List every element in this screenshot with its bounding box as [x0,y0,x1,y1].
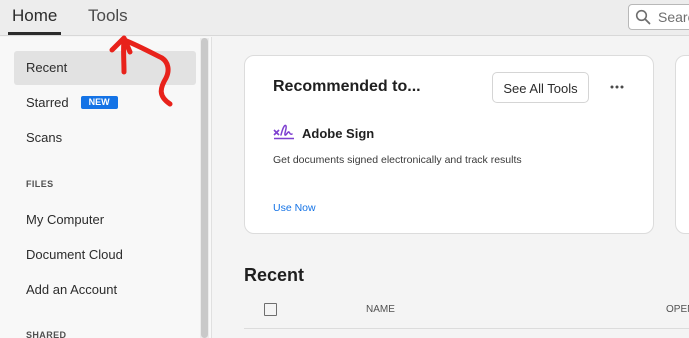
sidebar-item-label: Document Cloud [26,247,123,262]
sidebar-scrollbar-thumb[interactable] [201,38,208,338]
search-placeholder: Search [658,9,689,25]
sidebar-item-starred[interactable]: Starred NEW [14,86,196,120]
sidebar-item-scans[interactable]: Scans [14,121,196,155]
shared-heading: SHARED [26,330,67,338]
sidebar-item-add-account[interactable]: Add an Account [14,273,196,307]
column-header-opened[interactable]: OPENED [666,304,689,315]
recent-section-title: Recent [244,265,305,285]
sidebar-item-recent[interactable]: Recent [14,51,196,85]
sidebar-item-label: Starred [26,95,69,110]
new-badge: NEW [80,96,118,110]
select-all-checkbox[interactable] [264,303,277,316]
sidebar-item-label: Scans [26,130,63,145]
sidebar-item-document-cloud[interactable]: Document Cloud [14,238,196,272]
active-tab-indicator [8,32,61,35]
use-now-link[interactable]: Use Now [273,202,316,214]
sidebar-item-my-computer[interactable]: My Computer [14,203,196,237]
more-options-icon[interactable] [608,80,626,94]
tab-tools[interactable]: Tools [88,6,128,26]
tool-description: Get documents signed electronically and … [273,154,522,166]
sidebar-item-label: Recent [26,60,68,75]
next-card-edge [675,55,689,234]
top-nav-bar: Home Tools Search [0,0,689,36]
files-heading: FILES [26,179,54,189]
adobe-sign-icon [273,124,294,140]
recommended-title: Recommended to... [273,78,421,95]
sidebar-item-label: My Computer [26,212,105,227]
table-header-divider [244,328,689,329]
see-all-tools-button[interactable]: See All Tools [492,72,589,103]
sidebar-item-label: Add an Account [26,282,118,297]
search-icon [635,9,651,25]
tab-home[interactable]: Home [12,6,57,26]
search-input[interactable]: Search [628,4,689,30]
tool-name[interactable]: Adobe Sign [302,126,374,141]
column-header-name[interactable]: NAME [366,304,395,315]
